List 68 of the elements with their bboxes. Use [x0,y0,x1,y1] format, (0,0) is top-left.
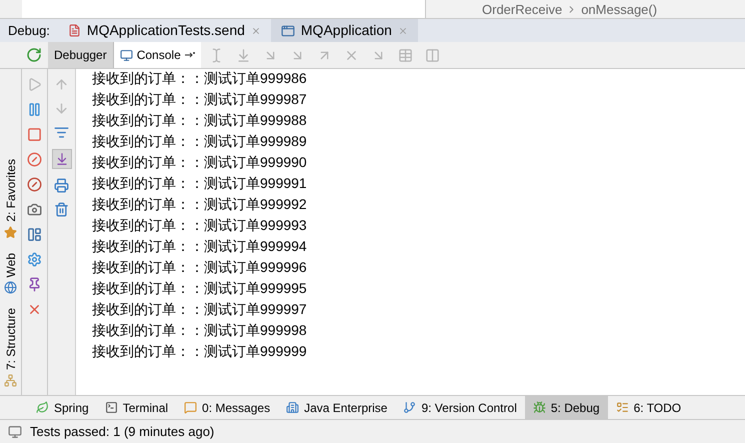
console-icon [120,48,133,62]
pin-arrow-icon [184,51,195,59]
tool-window-tab[interactable]: Web [2,252,20,294]
console-line: 接收到的订单：：测试订单999989 [92,132,308,151]
tool-window-button[interactable]: Terminal [96,396,176,419]
todo-icon [616,401,629,414]
print-icon[interactable] [54,178,69,193]
close-icon[interactable] [398,26,408,36]
resume-icon[interactable] [27,77,42,92]
console-line: 接收到的订单：：测试订单999997 [92,300,308,319]
breadcrumb-item[interactable]: OrderReceive [482,2,562,16]
breadcrumb-item[interactable]: onMessage() [581,2,658,16]
tool-window-button[interactable]: 0: Messages [176,396,278,419]
tool-window-tab[interactable]: 7: Structure [2,308,20,387]
table-icon[interactable] [398,48,413,62]
tool-window-tab[interactable]: 2: Favorites [2,158,20,238]
trash-icon[interactable] [54,202,69,217]
breakpoints-icon[interactable] [27,152,42,167]
tool-window-button[interactable]: 5: Debug [524,396,608,419]
console-line: 接收到的订单：：测试订单999991 [92,174,308,193]
structure-icon [4,374,17,387]
console-line: 接收到的订单：：测试订单999999 [92,342,308,361]
columns-icon[interactable] [424,48,440,62]
tool-window-button[interactable]: Spring [28,396,97,419]
down-arrow-icon[interactable] [54,101,69,116]
scroll-down-icon [54,152,68,166]
terminal-icon [104,401,118,414]
close-icon[interactable] [250,26,261,36]
console-line: 接收到的订单：：测试订单999998 [92,321,308,340]
pause-icon[interactable] [27,102,42,117]
console-line: 接收到的订单：：测试订单999988 [92,111,308,130]
console-line: 接收到的订单：：测试订单999986 [92,69,308,88]
stop-icon[interactable] [27,127,42,142]
star-icon [4,226,17,238]
status-icon[interactable] [8,424,22,438]
status-text: Tests passed: 1 (9 minutes ago) [30,422,214,441]
tool-window-button[interactable]: 6: TODO [608,396,690,419]
debug-tab[interactable]: MQApplication [270,19,418,42]
branch-icon [403,401,416,414]
app-icon [280,24,295,38]
view-tab[interactable]: Debugger [48,42,114,68]
scroll-to-end-button[interactable] [52,149,72,169]
tool-window-button[interactable]: Java Enterprise [278,396,396,419]
camera-icon[interactable] [27,202,42,217]
console-line: 接收到的订单：：测试订单999990 [92,153,308,172]
debug-tab[interactable]: MQApplicationTests.send [58,19,271,42]
bug-icon [532,401,546,414]
console-line: 接收到的订单：：测试订单999995 [92,279,308,298]
building-icon [286,401,300,414]
console-line: 接收到的订单：：测试订单999996 [92,258,308,277]
console-line: 接收到的订单：：测试订单999987 [92,90,308,109]
mute-breakpoints-icon[interactable] [27,177,42,192]
settings-icon[interactable] [27,252,42,267]
test-icon [68,24,81,37]
globe-icon [4,280,17,294]
rerun-icon[interactable] [26,47,42,63]
close-icon[interactable] [27,302,42,317]
console-line: 接收到的订单：：测试订单999992 [92,195,308,214]
tool-window-button[interactable]: 9: Version Control [395,396,525,419]
console-line: 接收到的订单：：测试订单999993 [92,216,308,235]
messages-icon [184,401,198,414]
debug-label: Debug: [7,22,51,40]
leaf-icon [36,401,49,414]
view-tab[interactable]: Console [114,42,201,68]
console-line: 接收到的订单：：测试订单999994 [92,237,308,256]
pin-icon[interactable] [27,277,42,292]
step-over-icon[interactable] [236,48,251,62]
layout-icon[interactable] [27,227,42,242]
